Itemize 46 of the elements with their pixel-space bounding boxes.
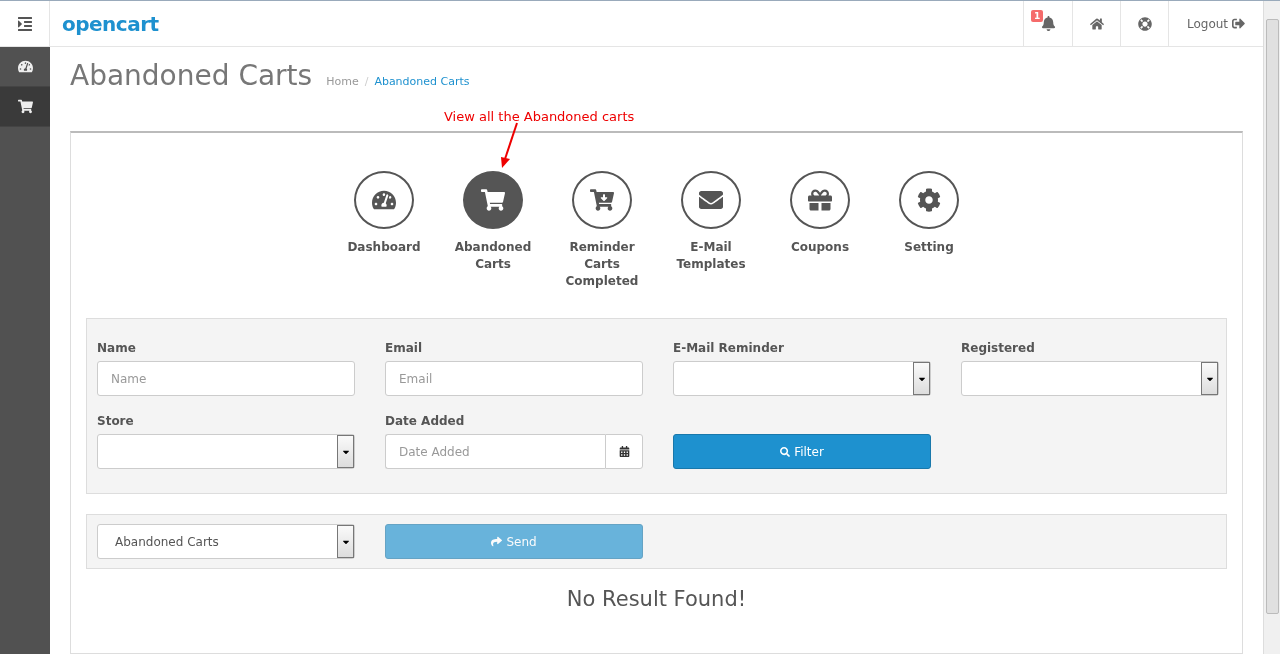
field-label: Registered [961, 341, 1036, 355]
notification-badge: 1 [1031, 10, 1044, 22]
field-label: Email [385, 341, 424, 355]
lifebuoy-icon [1137, 16, 1152, 31]
module-label[interactable]: Coupons [790, 239, 850, 256]
select-field[interactable] [97, 434, 355, 469]
filter-button[interactable]: Filter [673, 434, 931, 469]
home-icon [1089, 16, 1104, 31]
sidebar-item[interactable] [0, 87, 50, 127]
date-field[interactable]: Date Added [385, 434, 605, 469]
field-label: Date Added [385, 414, 466, 428]
settings-icon [917, 188, 941, 212]
menu-icon [16, 15, 33, 32]
select-field[interactable] [961, 361, 1219, 396]
field-label: Name [97, 341, 137, 355]
annotation-text: View all the Abandoned carts [444, 108, 635, 124]
share-icon [491, 536, 503, 547]
input-field[interactable]: Email [385, 361, 643, 396]
module-label[interactable]: Reminder Carts Completed [561, 239, 643, 290]
cart-icon [481, 188, 505, 212]
breadcrumb-separator: / [364, 75, 369, 88]
calendar-icon [618, 446, 630, 457]
input-field[interactable]: Name [97, 361, 355, 396]
gift-icon [808, 188, 832, 212]
breadcrumb-link[interactable]: Abandoned Carts [374, 75, 470, 88]
field-label: E-Mail Reminder [673, 341, 785, 355]
cart-icon [17, 99, 33, 114]
empty-message: No Result Found! [565, 586, 748, 613]
gauge-icon [17, 59, 33, 74]
field-label: Store [97, 414, 135, 428]
cart-download-icon [590, 188, 614, 212]
select-field[interactable] [673, 361, 931, 396]
gauge-icon [372, 188, 396, 212]
logout-icon [1232, 17, 1246, 30]
calendar-button[interactable] [605, 434, 643, 469]
module-label[interactable]: Abandoned Carts [452, 239, 534, 273]
module-label[interactable]: Dashboard [347, 239, 421, 256]
bell-icon [1040, 16, 1056, 31]
annotation-arrow [501, 122, 518, 168]
page-title: Abandoned Carts [70, 59, 313, 92]
module-label[interactable]: Setting [904, 239, 954, 256]
select-field[interactable]: Abandoned Carts [97, 524, 355, 559]
module-label[interactable]: E-Mail Templates [670, 239, 752, 273]
search-icon [780, 446, 791, 457]
envelope-icon [699, 188, 723, 212]
logo[interactable]: opencart [62, 11, 159, 36]
